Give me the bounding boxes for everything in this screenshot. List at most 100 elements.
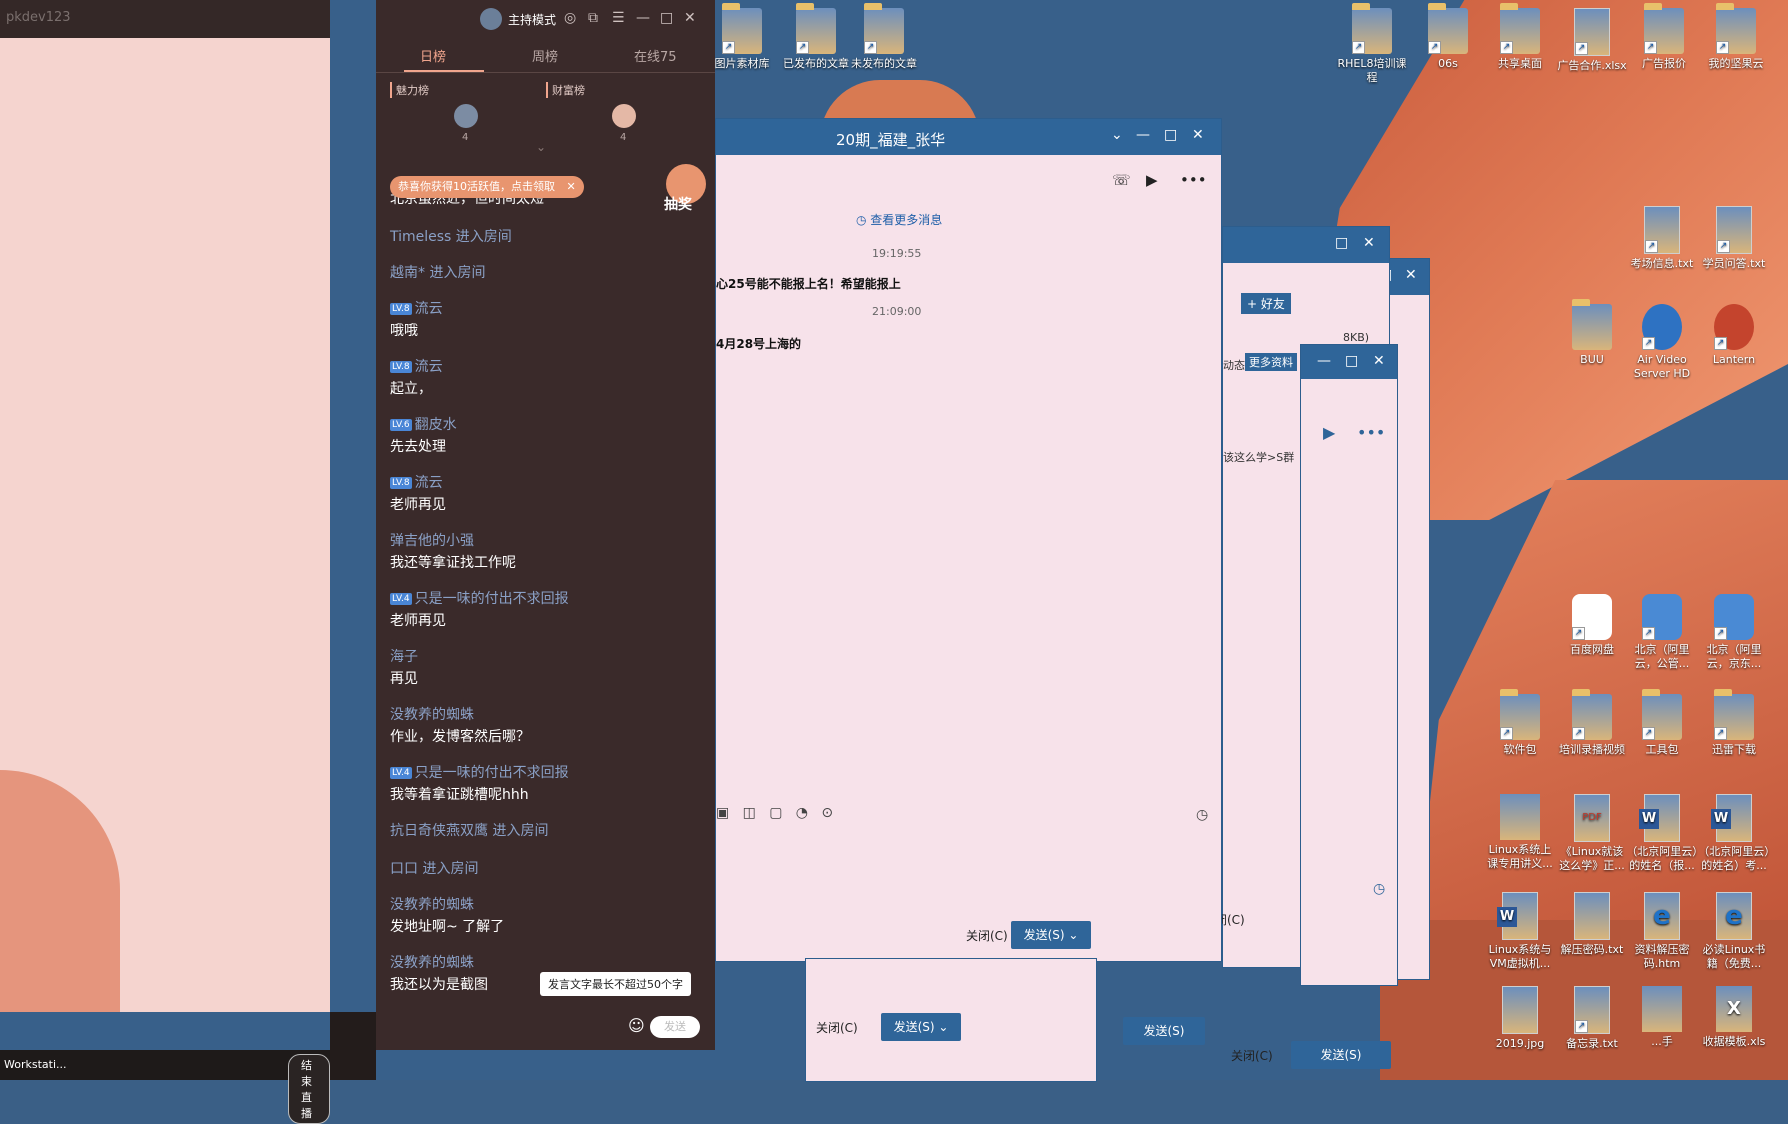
send-button[interactable]: 发送(S) ⌄ — [881, 1013, 961, 1041]
minimize-icon[interactable]: — — [1317, 353, 1331, 369]
send-button[interactable]: 发送 — [650, 1016, 700, 1038]
desktop-icon-word[interactable]: Linux系统与VM虚拟机... — [1484, 892, 1556, 971]
desktop-icon-image[interactable]: ...手 — [1626, 986, 1698, 1049]
minimize-icon[interactable]: — — [636, 10, 650, 26]
desktop-icon-folder[interactable]: ↗ 图片素材库 — [706, 3, 778, 71]
desktop-icon-text[interactable]: ↗ 备忘录.txt — [1556, 986, 1628, 1051]
video-call-icon[interactable]: ▶ — [1146, 171, 1158, 189]
add-friend-button[interactable]: + 好友 — [1241, 293, 1291, 314]
end-live-button[interactable]: 结束直播 — [288, 1054, 330, 1124]
wealth-rank-label[interactable]: 财富榜 — [546, 82, 585, 98]
avatar[interactable] — [480, 8, 502, 30]
window-titlebar[interactable]: 20期_福建_张华 ⌄ — □ ✕ — [716, 119, 1221, 155]
desktop-icon-folder[interactable]: ↗ 我的坚果云 — [1700, 3, 1772, 71]
desktop-icon-text[interactable]: ↗ 学员问答.txt — [1698, 206, 1770, 271]
desktop-icon-folder[interactable]: ↗ 已发布的文章 — [780, 3, 852, 71]
desktop-icon-folder[interactable]: ↗ 广告报价 — [1628, 3, 1700, 71]
chevron-down-icon[interactable]: ⌄ — [536, 140, 546, 154]
emoji-icon[interactable]: ☺ — [628, 1016, 645, 1035]
desktop-icon-app[interactable]: ↗ Lantern — [1698, 304, 1770, 367]
desktop-icon-excel[interactable]: X 收据模板.xls — [1698, 986, 1770, 1049]
desktop-icon-word[interactable]: （北京阿里云）的姓名）考... — [1698, 794, 1770, 873]
desktop-icon-remote[interactable]: ↗ 北京（阿里云，公管... — [1626, 594, 1698, 671]
close-button[interactable]: 关闭(C) — [1231, 1047, 1273, 1064]
close-icon[interactable]: ✕ — [684, 10, 696, 26]
chat-window-bottom[interactable]: 关闭(C) 发送(S) ⌄ — [805, 958, 1097, 1082]
desktop-icon-folder[interactable]: ↗ 未发布的文章 — [848, 3, 920, 71]
close-icon[interactable]: ✕ — [1192, 127, 1204, 143]
document-icon: ↗ — [1574, 986, 1610, 1034]
chevron-down-icon[interactable]: ⌄ — [1111, 127, 1123, 143]
tab-online[interactable]: 在线75 — [634, 46, 677, 65]
close-button[interactable]: 关闭(C) — [816, 1019, 858, 1036]
phone-icon[interactable]: ☏ — [1112, 171, 1131, 189]
file-icon[interactable]: ▢ — [769, 805, 782, 821]
desktop-icon-pdf[interactable]: PDF 《Linux就该这么学》正... — [1556, 794, 1628, 873]
send-button[interactable]: 发送(S) ⌄ — [1011, 921, 1091, 949]
desktop-icon-folder[interactable]: ↗ 06s — [1412, 3, 1484, 71]
send-button[interactable]: 发送(S) — [1123, 1017, 1205, 1045]
tab-daily[interactable]: 日榜 — [420, 46, 446, 65]
desktop-icon-app[interactable]: ↗ 百度网盘 — [1556, 594, 1628, 657]
close-icon[interactable]: ✕ — [567, 180, 576, 193]
desktop-icon-image[interactable]: Linux系统上课专用讲义... — [1484, 794, 1556, 871]
desktop-icon-spreadsheet[interactable]: ↗ 广告合作.xlsx — [1556, 8, 1628, 73]
chat-username: LV.8 流云 — [390, 359, 443, 375]
desktop-icon-folder[interactable]: ↗ 软件包 — [1484, 689, 1556, 757]
desktop-icon-folder[interactable]: ↗ 培训录播视频 — [1556, 689, 1628, 757]
minimize-icon[interactable]: — — [1136, 127, 1150, 143]
shake-icon[interactable]: ◫ — [743, 805, 756, 821]
more-icon[interactable]: ••• — [1180, 171, 1207, 189]
clock-icon[interactable]: ◷ — [1373, 881, 1385, 897]
desktop-icon-text[interactable]: ↗ 考场信息.txt — [1626, 206, 1698, 271]
maximize-icon[interactable]: □ — [1164, 127, 1177, 143]
desktop-icon-folder[interactable]: ↗ 共享桌面 — [1484, 3, 1556, 71]
timestamp: 19:19:55 — [872, 247, 922, 260]
tab-weekly[interactable]: 周榜 — [532, 46, 558, 65]
taskbar-item[interactable]: Workstati... — [4, 1058, 67, 1071]
desktop-icon-remote[interactable]: ↗ 北京（阿里云，京东... — [1698, 594, 1770, 671]
more-info-button[interactable]: 更多资料 — [1245, 353, 1297, 371]
close-icon[interactable]: ✕ — [1373, 353, 1385, 369]
video-call-icon[interactable]: ▶ — [1323, 423, 1335, 442]
image-icon[interactable]: ▣ — [716, 805, 729, 821]
close-icon[interactable]: ✕ — [1363, 235, 1375, 251]
send-button[interactable]: 发送(S) — [1291, 1041, 1391, 1069]
chat-window-main[interactable]: 20期_福建_张华 ⌄ — □ ✕ ☏ ▶ ••• ◷ 查看更多消息 19:19… — [715, 118, 1222, 962]
menu-icon[interactable]: ☰ — [612, 10, 625, 26]
close-icon[interactable]: ✕ — [1405, 267, 1417, 283]
desktop-icon-web[interactable]: e 必读Linux书籍（免费... — [1698, 892, 1770, 971]
desktop-icon-folder[interactable]: ↗ 迅雷下载 — [1698, 689, 1770, 757]
mode-label[interactable]: 主持模式 — [508, 11, 556, 28]
popout-icon[interactable]: ⧉ — [588, 10, 598, 26]
maximize-icon[interactable]: □ — [1345, 353, 1358, 369]
avatar[interactable] — [454, 104, 478, 128]
desktop-icon-app[interactable]: ↗ Air Video Server HD — [1626, 304, 1698, 381]
desktop-icon-image[interactable]: 2019.jpg — [1484, 986, 1556, 1051]
window-titlebar[interactable]: — □ ✕ — [1301, 345, 1397, 379]
maximize-icon[interactable]: □ — [660, 10, 673, 26]
history-icon[interactable]: ◷ — [1196, 807, 1208, 823]
close-button[interactable]: 关闭(C) — [966, 927, 1008, 944]
avatar[interactable] — [612, 104, 636, 128]
settings-icon[interactable]: ◎ — [564, 10, 576, 26]
timer-icon[interactable]: ◔ — [796, 805, 808, 821]
more-icon[interactable]: ••• — [1357, 423, 1385, 442]
folder-icon: ↗ — [722, 3, 762, 54]
desktop-icon-text[interactable]: 解压密码.txt — [1556, 892, 1628, 957]
chat-username: LV.4 只是一味的付出不求回报 — [390, 765, 569, 781]
lottery-label[interactable]: 抽奖 — [664, 194, 692, 214]
desktop-icon-folder[interactable]: ↗ RHEL8培训课程 — [1336, 3, 1408, 85]
charm-rank-label[interactable]: 魅力榜 — [390, 82, 429, 98]
document-icon: ↗ — [1716, 206, 1752, 254]
more-icon[interactable]: ⊙ — [821, 805, 833, 821]
window-titlebar[interactable]: □ ✕ — [1223, 227, 1389, 263]
maximize-icon[interactable]: □ — [1335, 235, 1348, 251]
chat-window-back-3[interactable]: — □ ✕ ▶ ••• ◷ — [1300, 344, 1398, 986]
desktop-icon-web[interactable]: e 资料解压密码.htm — [1626, 892, 1698, 971]
desktop-icon-word[interactable]: （北京阿里云）的姓名（报... — [1626, 794, 1698, 873]
desktop-icon-folder[interactable]: BUU — [1556, 299, 1628, 367]
reward-banner[interactable]: 恭喜你获得10活跃值，点击领取 ✕ — [390, 176, 584, 198]
view-more-messages-link[interactable]: ◷ 查看更多消息 — [856, 211, 942, 228]
desktop-icon-folder[interactable]: ↗ 工具包 — [1626, 689, 1698, 757]
